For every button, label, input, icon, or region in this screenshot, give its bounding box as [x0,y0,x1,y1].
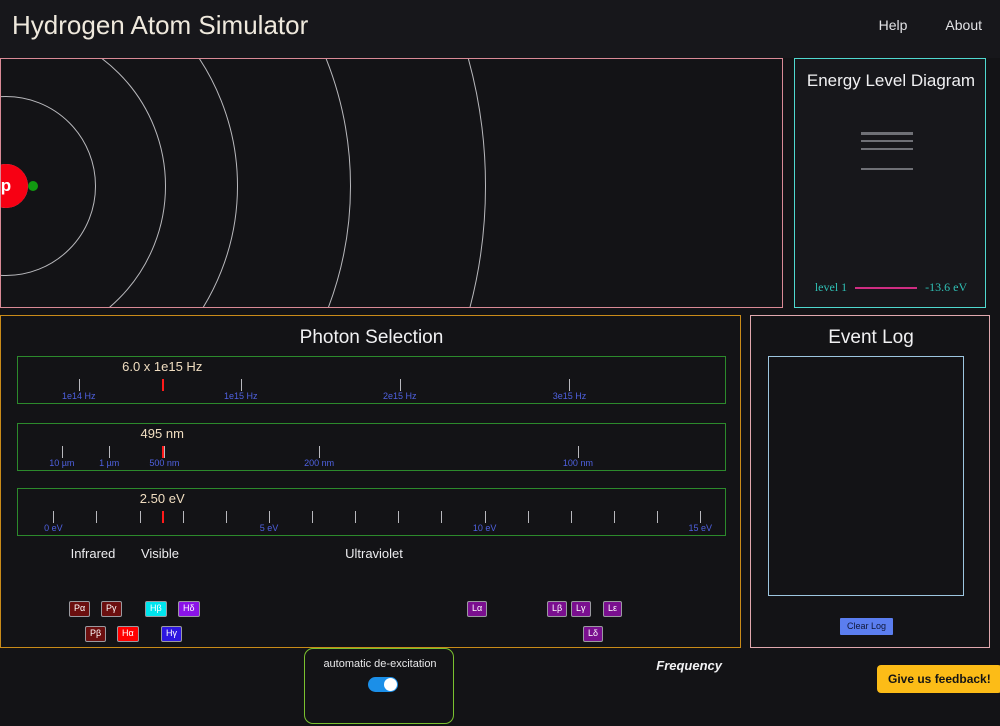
spectral-line-button-10[interactable]: Hγ [161,626,182,642]
wavelength-tick-1 [109,446,111,458]
wavelength-tick-label-4: 100 nm [562,458,593,468]
energy-tick-9 [441,511,443,523]
spectral-line-button-6[interactable]: Lγ [571,601,591,617]
wavelength-tick-2 [164,446,166,458]
spectral-line-button-4[interactable]: Lα [467,601,488,617]
frequency-scale-label: Frequency [656,658,722,673]
auto-deexcitation-toggle[interactable] [368,677,398,692]
event-log-panel: Event Log [750,315,990,648]
wavelength-tick-label-3: 200 nm [304,458,335,468]
region-label-infrared: Infrared [70,546,116,561]
legend-level-label: level 1 [814,280,848,294]
energy-level-line-n=4 [861,148,913,150]
electron-orbit-n6 [1,59,486,307]
electron-particle [28,181,38,191]
frequency-tick-2 [399,379,401,391]
energy-tick-5 [268,511,270,523]
energy-selected-tick [162,511,165,523]
energy-tick-12 [570,511,572,523]
energy-level-legend: level 1 -13.6 eV [795,280,987,295]
nav-help-link[interactable]: Help [879,17,908,33]
frequency-selected-tick [162,379,165,391]
wavelength-selected-tick [162,446,165,458]
energy-tick-7 [355,511,357,523]
legend-level-line-icon [855,286,918,289]
frequency-tick-label-1: 1e15 Hz [223,391,258,401]
spectral-line-button-3[interactable]: Hδ [178,601,200,617]
spectral-line-button-11[interactable]: Lδ [583,626,604,642]
frequency-tick-0 [78,379,80,391]
event-log-title: Event Log [828,327,914,348]
wavelength-tick-3 [319,446,321,458]
main-nav: Help About [879,17,982,33]
energy-scale[interactable]: 2.50 eV 0 eV 5 eV 10 eV 15 eV [17,488,726,536]
photon-selection-title: Photon Selection [299,327,444,348]
energy-tick-11 [527,511,529,523]
energy-tick-14 [657,511,659,523]
energy-tick-label-0: 0 eV [44,523,63,533]
energy-tick-15 [700,511,702,523]
give-feedback-button[interactable]: Give us feedback! [877,665,1000,693]
event-log-textarea[interactable] [768,356,964,596]
energy-tick-6 [312,511,314,523]
frequency-tick-3 [569,379,571,391]
frequency-selected-value: 6.0 x 1e15 Hz [122,359,203,374]
energy-level-line-n=6 [861,132,913,135]
energy-tick-3 [182,511,184,523]
spectral-line-button-2[interactable]: Hβ [145,601,167,617]
energy-tick-0 [53,511,55,523]
energy-tick-label-10: 10 eV [472,523,497,533]
energy-tick-2 [139,511,141,523]
toggle-knob [384,678,397,691]
legend-energy-value: -13.6 eV [925,280,968,294]
energy-tick-label-15: 15 eV [688,523,713,533]
clear-log-button[interactable]: Clear Log [840,618,894,635]
energy-level-diagram-panel: Energy Level Diagram level 1 -13.6 eV [794,58,986,308]
energy-tick-13 [614,511,615,523]
spectral-line-button-9[interactable]: Hα [117,626,139,642]
wavelength-tick-label-2: 500 nm [149,458,180,468]
app-root: Hydrogen Atom Simulator Help About p Ene… [0,0,1000,726]
energy-tick-10 [484,511,486,523]
nucleus-label: p [0,176,12,195]
energy-tick-label-5: 5 eV [259,523,279,533]
frequency-tick-1 [240,379,242,391]
wavelength-selected-value: 495 nm [140,426,184,441]
frequency-tick-label-2: 2e15 Hz [383,391,417,401]
photon-selection-panel: Photon Selection Frequency 6.0 x 1e15 Hz… [0,315,741,726]
frequency-tick-label-0: 1e14 Hz [62,391,96,401]
spectral-line-button-5[interactable]: Lβ [547,601,568,617]
energy-level-line-n=5 [861,140,913,142]
atom-visualization[interactable]: p [0,58,783,308]
energy-tick-8 [398,511,400,523]
energy-selected-value: 2.50 eV [139,491,185,506]
nav-about-link[interactable]: About [945,17,982,33]
wavelength-scale[interactable]: 495 nm 10 µm 1 µm 500 nm 200 nm 100 nm [17,423,726,471]
energy-level-line-n=3 [861,168,913,170]
spectral-line-button-1[interactable]: Pγ [101,601,122,617]
spectral-line-button-7[interactable]: Lε [603,601,623,617]
wavelength-tick-0 [61,446,63,458]
region-label-ultraviolet: Ultraviolet [345,546,403,561]
frequency-tick-label-3: 3e15 Hz [552,391,587,401]
wavelength-tick-4 [577,446,579,458]
app-header: Hydrogen Atom Simulator Help About [0,0,1000,58]
region-label-visible: Visible [140,546,180,561]
energy-tick-4 [225,511,227,523]
energy-tick-1 [96,511,98,523]
auto-deexcitation-label: automatic de-excitation [323,658,437,670]
wavelength-tick-label-0: 10 µm [49,458,75,468]
spectral-line-button-0[interactable]: Pα [69,601,91,617]
auto-deexcitation-box: automatic de-excitation [304,648,454,724]
frequency-scale[interactable]: 6.0 x 1e15 Hz 1e14 Hz 1e15 Hz 2e15 Hz 3e15 H… [17,356,726,404]
energy-level-diagram-title: Energy Level Diagram [806,71,976,90]
wavelength-tick-label-1: 1 µm [99,458,120,468]
spectral-line-button-8[interactable]: Pβ [85,626,107,642]
app-title: Hydrogen Atom Simulator [12,10,309,40]
